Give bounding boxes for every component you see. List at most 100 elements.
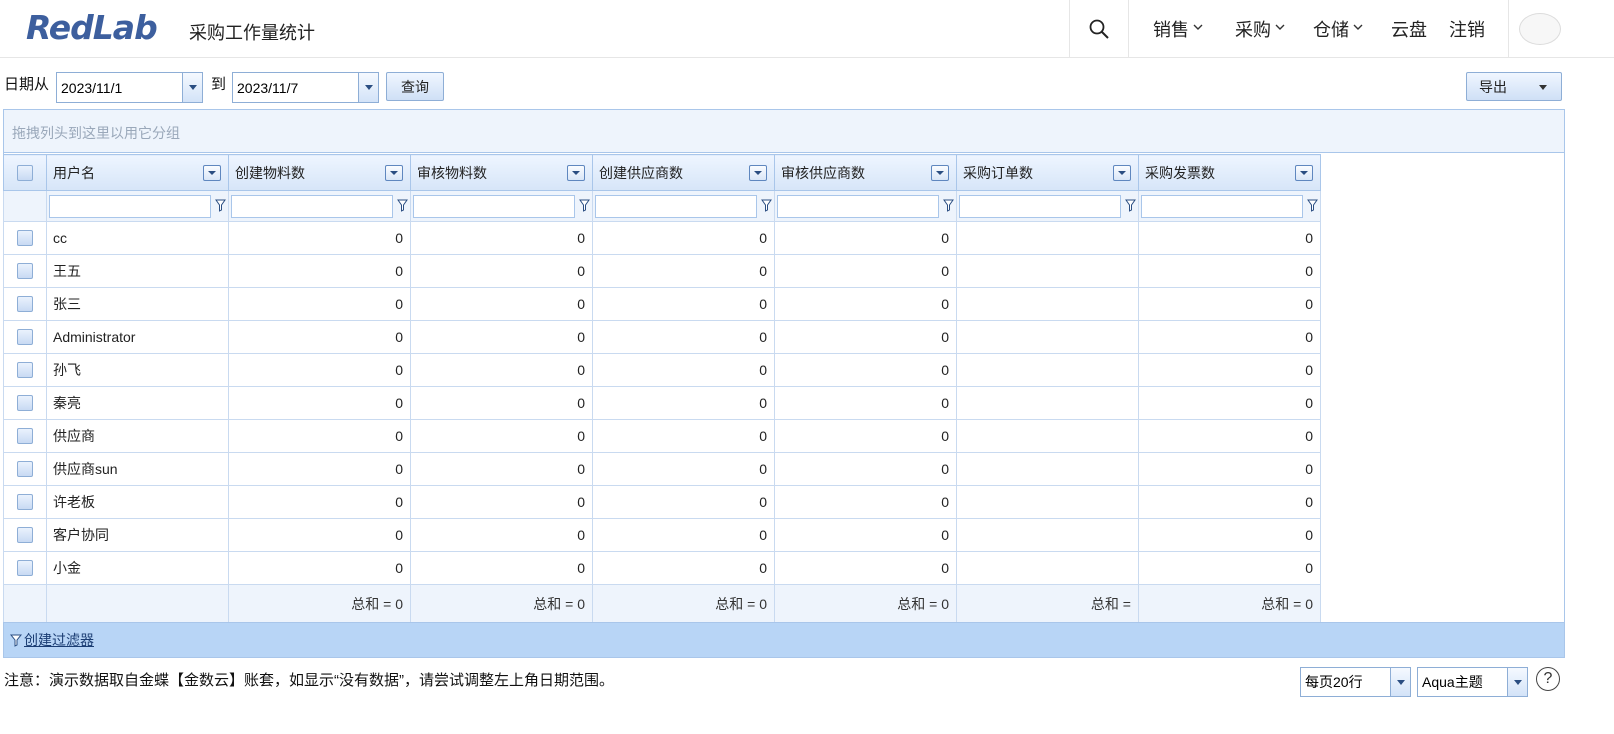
- nav-cloud-disk[interactable]: 云盘: [1391, 0, 1427, 58]
- redlab-logo[interactable]: RedLab: [26, 8, 158, 47]
- table-row[interactable]: Administrator 0 0 0 0 0: [3, 320, 1321, 354]
- row-select-cell: [3, 320, 47, 354]
- summary-spacer: [3, 584, 47, 623]
- create-filter-link[interactable]: 创建过滤器: [24, 630, 94, 650]
- filter-icon[interactable]: [215, 199, 226, 215]
- date-from-dropdown-button[interactable]: [182, 73, 202, 102]
- row-checkbox[interactable]: [17, 296, 33, 312]
- chevron-down-icon: [207, 170, 217, 176]
- help-icon[interactable]: ?: [1536, 667, 1560, 691]
- date-from-picker[interactable]: [56, 72, 203, 103]
- column-filter-input[interactable]: [595, 194, 757, 218]
- export-button[interactable]: 导出: [1466, 72, 1562, 101]
- filter-icon[interactable]: [579, 199, 590, 215]
- chevron-down-icon: [1539, 85, 1547, 90]
- column-menu-button[interactable]: [749, 164, 767, 181]
- cell-audited-materials: 0: [410, 485, 593, 519]
- column-header-audited-materials[interactable]: 审核物料数: [410, 154, 593, 191]
- column-filter-input[interactable]: [413, 194, 575, 218]
- table-row[interactable]: 孙飞 0 0 0 0 0: [3, 353, 1321, 387]
- column-filter-input[interactable]: [777, 194, 939, 218]
- page-size-value[interactable]: [1301, 668, 1391, 696]
- table-row[interactable]: 王五 0 0 0 0 0: [3, 254, 1321, 288]
- row-checkbox[interactable]: [17, 395, 33, 411]
- date-to-picker[interactable]: [232, 72, 379, 103]
- demo-data-note: 注意：演示数据取自金蝶【金数云】账套，如显示“没有数据”，请尝试调整左上角日期范…: [4, 672, 614, 689]
- column-header-created-suppliers[interactable]: 创建供应商数: [592, 154, 775, 191]
- date-to-input[interactable]: [233, 73, 358, 102]
- page-size-select[interactable]: [1300, 667, 1411, 697]
- column-menu-button[interactable]: [203, 164, 221, 181]
- nav-warehouse[interactable]: 仓储: [1313, 0, 1363, 58]
- row-checkbox[interactable]: [17, 230, 33, 246]
- column-filter-input[interactable]: [49, 194, 211, 218]
- cell-username: 王五: [46, 254, 229, 288]
- column-menu-button[interactable]: [1295, 164, 1313, 181]
- theme-value[interactable]: [1418, 668, 1508, 696]
- filter-icon[interactable]: [1307, 199, 1318, 215]
- filter-icon[interactable]: [1125, 199, 1136, 215]
- table-row[interactable]: 许老板 0 0 0 0 0: [3, 485, 1321, 519]
- table-row[interactable]: cc 0 0 0 0 0: [3, 221, 1321, 255]
- row-checkbox[interactable]: [17, 461, 33, 477]
- header-row: 用户名 创建物料数 审核物料数 创建供应商数 审核供应商数 采购订单数 采购发票数: [3, 154, 1321, 191]
- column-header-purchase-invoices[interactable]: 采购发票数: [1138, 154, 1321, 191]
- column-header-audited-suppliers[interactable]: 审核供应商数: [774, 154, 957, 191]
- column-menu-button[interactable]: [385, 164, 403, 181]
- select-all-checkbox[interactable]: [17, 164, 33, 181]
- cell-audited-suppliers: 0: [774, 254, 957, 288]
- column-header-username[interactable]: 用户名: [46, 154, 229, 191]
- nav-logout[interactable]: 注销: [1449, 0, 1485, 58]
- table-row[interactable]: 张三 0 0 0 0 0: [3, 287, 1321, 321]
- filter-icon[interactable]: [943, 199, 954, 215]
- filter-icon[interactable]: [761, 199, 772, 215]
- nav-sales[interactable]: 销售: [1153, 0, 1203, 58]
- user-area: [1508, 0, 1614, 58]
- column-filter-input[interactable]: [959, 194, 1121, 218]
- column-menu-button[interactable]: [567, 164, 585, 181]
- filter-cell-username: [46, 190, 229, 222]
- select-all-cell: [3, 154, 47, 191]
- column-header-purchase-orders[interactable]: 采购订单数: [956, 154, 1139, 191]
- column-filter-input[interactable]: [231, 194, 393, 218]
- nav-purchase[interactable]: 采购: [1235, 0, 1285, 58]
- summary-created-materials: 总和 = 0: [228, 584, 411, 623]
- cell-username: 孙飞: [46, 353, 229, 387]
- table-row[interactable]: 小金 0 0 0 0 0: [3, 551, 1321, 585]
- group-by-panel[interactable]: 拖拽列头到这里以用它分组: [3, 109, 1565, 153]
- cell-username: Administrator: [46, 320, 229, 354]
- cell-purchase-orders: [956, 485, 1139, 519]
- table-row[interactable]: 供应商sun 0 0 0 0 0: [3, 452, 1321, 486]
- avatar[interactable]: [1519, 13, 1561, 45]
- row-checkbox[interactable]: [17, 560, 33, 576]
- filter-icon[interactable]: [397, 199, 408, 215]
- filter-icon: [10, 634, 22, 647]
- date-from-input[interactable]: [57, 73, 182, 102]
- search-button[interactable]: [1069, 0, 1129, 58]
- table-row[interactable]: 供应商 0 0 0 0 0: [3, 419, 1321, 453]
- cell-created-suppliers: 0: [592, 452, 775, 486]
- filter-cell-created-suppliers: [592, 190, 775, 222]
- query-button[interactable]: 查询: [386, 72, 444, 101]
- row-checkbox[interactable]: [17, 494, 33, 510]
- row-checkbox[interactable]: [17, 329, 33, 345]
- column-filter-input[interactable]: [1141, 194, 1303, 218]
- cell-username: 供应商sun: [46, 452, 229, 486]
- row-checkbox[interactable]: [17, 527, 33, 543]
- column-header-created-materials[interactable]: 创建物料数: [228, 154, 411, 191]
- cell-audited-suppliers: 0: [774, 518, 957, 552]
- table-row[interactable]: 客户协同 0 0 0 0 0: [3, 518, 1321, 552]
- cell-audited-materials: 0: [410, 353, 593, 387]
- table-row[interactable]: 秦亮 0 0 0 0 0: [3, 386, 1321, 420]
- row-checkbox[interactable]: [17, 428, 33, 444]
- column-menu-button[interactable]: [1113, 164, 1131, 181]
- date-to-dropdown-button[interactable]: [358, 73, 378, 102]
- row-checkbox[interactable]: [17, 362, 33, 378]
- cell-audited-materials: 0: [410, 518, 593, 552]
- theme-dropdown-button[interactable]: [1507, 668, 1527, 696]
- dropdown-arrow-icon: [1396, 679, 1405, 685]
- page-size-dropdown-button[interactable]: [1390, 668, 1410, 696]
- row-checkbox[interactable]: [17, 263, 33, 279]
- theme-select[interactable]: [1417, 667, 1528, 697]
- column-menu-button[interactable]: [931, 164, 949, 181]
